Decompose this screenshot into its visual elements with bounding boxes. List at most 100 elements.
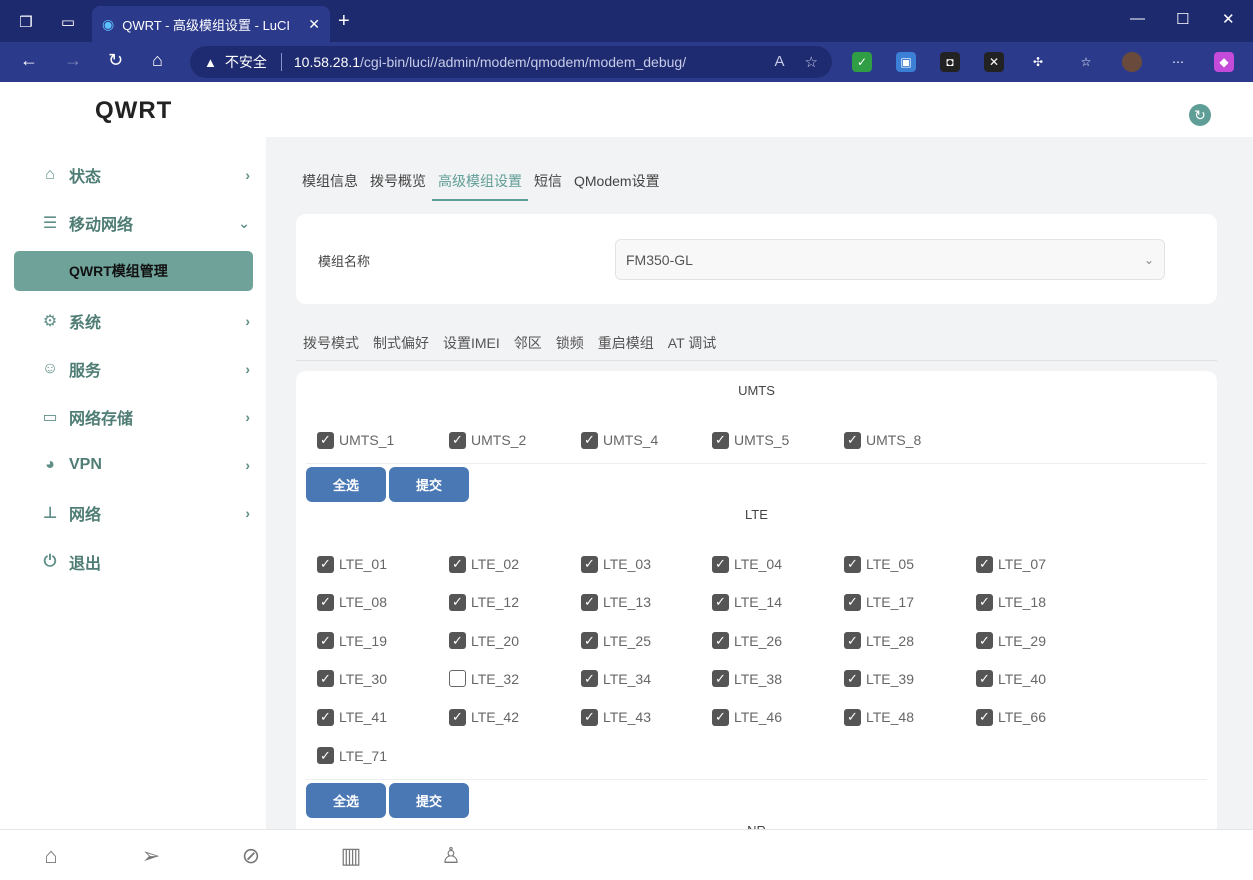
browser-tab[interactable]: ◉ QWRT - 高级模组设置 - LuCI ✕ [92,6,330,42]
checkbox-checked-icon[interactable]: ✓ [844,670,861,688]
lte-band-checkbox[interactable]: ✓ LTE_42 [449,707,519,727]
tab-set-imei[interactable]: 设置IMEI [436,327,507,360]
lte-band-checkbox[interactable]: ✓ LTE_14 [712,592,782,612]
umts-band-checkbox[interactable]: ✓ UMTS_1 [317,430,394,450]
close-tab-icon[interactable]: ✕ [308,16,320,33]
insecure-label[interactable]: 不安全 [225,52,267,72]
lte-band-checkbox[interactable]: ✓ LTE_13 [581,592,651,612]
lte-band-checkbox[interactable]: ✓ LTE_41 [317,707,387,727]
tab-actions-icon[interactable]: ▭ [54,8,82,36]
checkbox-checked-icon[interactable]: ✓ [581,670,598,688]
module-select[interactable]: FM350-GL ⌄ [615,239,1165,280]
checkbox-checked-icon[interactable]: ✓ [712,632,729,650]
user-icon[interactable]: ♙ [437,842,465,870]
lte-band-checkbox[interactable]: ✓ LTE_34 [581,669,651,689]
checkbox-checked-icon[interactable]: ✓ [976,555,993,573]
home-icon[interactable]: ⌂ [152,50,163,71]
reload-icon[interactable]: ↻ [108,50,123,71]
warning-icon[interactable]: ▲ [204,55,217,70]
checkbox-unchecked-icon[interactable] [449,670,466,688]
checkbox-checked-icon[interactable]: ✓ [976,708,993,726]
umts-band-checkbox[interactable]: ✓ UMTS_4 [581,430,658,450]
checkbox-checked-icon[interactable]: ✓ [581,593,598,611]
lte-band-checkbox[interactable]: ✓ LTE_28 [844,631,914,651]
tab-dial-mode[interactable]: 拨号模式 [296,327,366,360]
checkbox-checked-icon[interactable]: ✓ [581,632,598,650]
lte-band-checkbox[interactable]: ✓ LTE_05 [844,554,914,574]
send-icon[interactable]: ➢ [137,842,165,870]
extensions-puzzle-icon[interactable]: ✣ [1028,52,1048,72]
lte-band-checkbox[interactable]: ✓ LTE_26 [712,631,782,651]
link-icon[interactable]: ⊘ [237,842,265,870]
lte-band-checkbox[interactable]: ✓ LTE_40 [976,669,1046,689]
tab-advanced-settings[interactable]: 高级模组设置 [432,165,528,201]
tab-neighbor-cell[interactable]: 邻区 [507,327,549,360]
sidebar-item-status[interactable]: ⌂ 状态 › [40,160,250,190]
copilot-icon[interactable]: ◆ [1214,52,1234,72]
lte-band-checkbox[interactable]: ✓ LTE_46 [712,707,782,727]
checkbox-checked-icon[interactable]: ✓ [712,593,729,611]
lte-band-checkbox[interactable]: ✓ LTE_07 [976,554,1046,574]
checkbox-checked-icon[interactable]: ✓ [976,632,993,650]
checkbox-checked-icon[interactable]: ✓ [712,708,729,726]
checkbox-checked-icon[interactable]: ✓ [844,593,861,611]
tab-qmodem-settings[interactable]: QModem设置 [568,165,666,201]
lte-band-checkbox[interactable]: ✓ LTE_08 [317,592,387,612]
tab-lock-band[interactable]: 锁频 [549,327,591,360]
lte-band-checkbox[interactable]: ✓ LTE_01 [317,554,387,574]
sidebar-subitem-qwrt-modem[interactable]: QWRT模组管理 [14,251,253,291]
lte-band-checkbox[interactable]: ✓ LTE_20 [449,631,519,651]
read-aloud-icon[interactable]: A [775,53,785,71]
profile-avatar[interactable] [1122,52,1142,72]
checkbox-checked-icon[interactable]: ✓ [317,708,334,726]
lte-band-checkbox[interactable]: ✓ LTE_03 [581,554,651,574]
home-icon[interactable]: ⌂ [37,842,65,870]
lte-band-checkbox[interactable]: ✓ LTE_71 [317,746,387,766]
sidebar-item-vpn[interactable]: ◕ VPN › [40,450,250,480]
checkbox-checked-icon[interactable]: ✓ [449,708,466,726]
lte-band-checkbox[interactable]: ✓ LTE_25 [581,631,651,651]
tab-sms[interactable]: 短信 [528,165,568,201]
checkbox-checked-icon[interactable]: ✓ [581,708,598,726]
chart-icon[interactable]: ▥ [337,842,365,870]
workspaces-icon[interactable]: ❒ [12,8,40,36]
checkbox-checked-icon[interactable]: ✓ [317,632,334,650]
sidebar-item-system[interactable]: ⚙ 系统 › [40,306,250,336]
lte-band-checkbox[interactable]: ✓ LTE_18 [976,592,1046,612]
tab-reboot-module[interactable]: 重启模组 [591,327,661,360]
extension-icon[interactable]: ◘ [940,52,960,72]
sidebar-item-logout[interactable]: ⏻ 退出 [40,547,250,577]
lte-band-checkbox[interactable]: ✓ LTE_38 [712,669,782,689]
minimize-icon[interactable]: — [1130,10,1145,27]
checkbox-checked-icon[interactable]: ✓ [976,670,993,688]
sidebar-item-nas[interactable]: ▭ 网络存储 › [40,402,250,432]
extension-icon[interactable]: ▣ [896,52,916,72]
umts-band-checkbox[interactable]: ✓ UMTS_5 [712,430,789,450]
sidebar-item-network[interactable]: ⊥ 网络 › [40,498,250,528]
lte-submit-button[interactable]: 提交 [389,783,469,818]
checkbox-checked-icon[interactable]: ✓ [317,555,334,573]
checkbox-checked-icon[interactable]: ✓ [449,593,466,611]
checkbox-checked-icon[interactable]: ✓ [317,747,334,764]
shield-extension-icon[interactable]: ✓ [852,52,872,72]
umts-select-all-button[interactable]: 全选 [306,467,386,502]
checkbox-checked-icon[interactable]: ✓ [976,593,993,611]
checkbox-checked-icon[interactable]: ✓ [317,670,334,688]
lte-band-checkbox[interactable]: ✓ LTE_29 [976,631,1046,651]
favorite-star-icon[interactable]: ☆ [805,53,818,71]
lte-band-checkbox[interactable]: ✓ LTE_30 [317,669,387,689]
checkbox-checked-icon[interactable]: ✓ [844,632,861,650]
lte-band-checkbox[interactable]: ✓ LTE_17 [844,592,914,612]
checkbox-checked-icon[interactable]: ✓ [844,708,861,726]
back-icon[interactable]: ← [20,50,38,71]
address-bar[interactable]: ▲ 不安全 10.58.28.1/cgi-bin/luci//admin/mod… [190,46,832,78]
lte-band-checkbox[interactable]: ✓ LTE_12 [449,592,519,612]
checkbox-checked-icon[interactable]: ✓ [449,555,466,573]
lte-band-checkbox[interactable]: ✓ LTE_02 [449,554,519,574]
lte-band-checkbox[interactable]: ✓ LTE_43 [581,707,651,727]
close-window-icon[interactable]: ✕ [1222,10,1235,28]
sidebar-item-mobile-network[interactable]: ☰ 移动网络 ⌄ [40,208,250,238]
checkbox-checked-icon[interactable]: ✓ [449,632,466,650]
maximize-icon[interactable]: ☐ [1176,10,1189,28]
more-menu-icon[interactable]: ⋯ [1168,52,1188,72]
